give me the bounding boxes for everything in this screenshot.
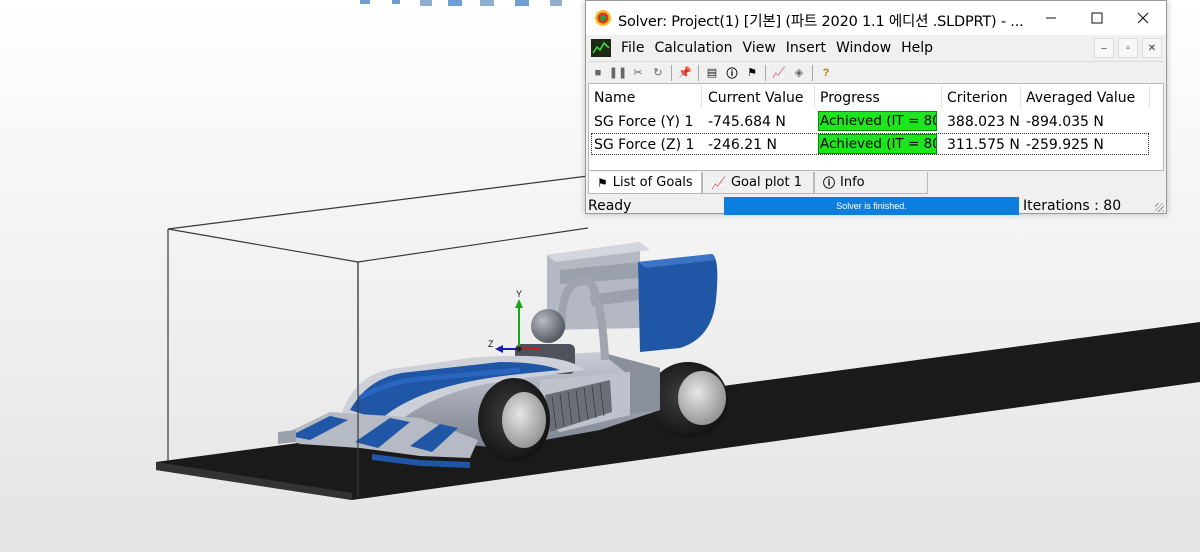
goal-criterion: 311.575 N <box>947 137 1020 153</box>
goal-criterion: 388.023 N <box>947 114 1020 130</box>
window-title: Solver: Project(1) [기본] (파트 2020 1.1 에디션… <box>618 14 1024 30</box>
window-titlebar[interactable]: Solver: Project(1) [기본] (파트 2020 1.1 에디션… <box>586 1 1166 35</box>
tab-label: Goal plot 1 <box>730 175 803 190</box>
toolbar-separator <box>671 64 672 81</box>
goals-flag-icon: ⚑ <box>597 175 608 190</box>
column-header-criterion[interactable]: Criterion <box>947 90 1008 106</box>
resize-grip-icon[interactable] <box>1155 203 1164 212</box>
close-icon[interactable] <box>1120 1 1166 35</box>
document-icon[interactable] <box>591 39 611 57</box>
tab-info[interactable]: ⓘ Info <box>814 172 928 194</box>
mdi-restore-icon[interactable]: ▫ <box>1118 38 1138 58</box>
mdi-minimize-icon[interactable]: – <box>1094 38 1114 58</box>
refresh-icon[interactable]: ↻ <box>649 64 667 82</box>
maximize-icon[interactable] <box>1074 1 1120 35</box>
toolbar-separator <box>698 64 699 81</box>
menu-insert[interactable]: Insert <box>781 40 831 56</box>
minimize-icon[interactable] <box>1028 1 1074 35</box>
tab-label: Info <box>840 175 865 190</box>
toolbar-separator <box>812 64 813 81</box>
column-header-averaged-value[interactable]: Averaged Value <box>1026 90 1135 106</box>
goal-progress: Achieved (IT = 80) <box>818 111 937 131</box>
tab-goal-plot[interactable]: 📈 Goal plot 1 <box>702 172 814 194</box>
tab-list-of-goals[interactable]: ⚑ List of Goals <box>588 172 702 194</box>
stop-icon[interactable]: ■ <box>589 64 607 82</box>
toolbar-separator <box>765 64 766 81</box>
goal-name: SG Force (Y) 1 <box>594 114 694 130</box>
goals-table[interactable]: Name Current Value Progress Criterion Av… <box>588 83 1164 171</box>
solver-window[interactable]: Solver: Project(1) [기본] (파트 2020 1.1 에디션… <box>585 0 1167 215</box>
status-bar: Ready Solver is finished. Iterations : 8… <box>586 196 1166 215</box>
menu-view[interactable]: View <box>738 40 781 56</box>
pause-icon[interactable]: ❚❚ <box>609 64 627 82</box>
goal-current-value: -246.21 N <box>708 137 777 153</box>
column-header-name[interactable]: Name <box>594 90 635 106</box>
column-divider[interactable] <box>941 86 942 108</box>
column-header-progress[interactable]: Progress <box>820 90 880 106</box>
menu-calculation[interactable]: Calculation <box>649 40 737 56</box>
front-wheel <box>478 378 550 462</box>
axis-label-y: Y <box>516 289 522 299</box>
menu-bar: File Calculation View Insert Window Help… <box>586 36 1166 60</box>
preview-icon[interactable]: ◈ <box>790 64 808 82</box>
goal-plot-icon[interactable]: 📈 <box>770 64 788 82</box>
mdi-close-icon[interactable]: ✕ <box>1142 38 1162 58</box>
menu-help[interactable]: Help <box>896 40 938 56</box>
goal-plot-icon: 📈 <box>711 175 726 190</box>
solver-toolbar: ■ ❚❚ ✂ ↻ 📌 ▤ ⓘ ⚑ 📈 ◈ ? <box>588 61 1164 83</box>
info-icon[interactable]: ⓘ <box>723 64 741 82</box>
column-header-current-value[interactable]: Current Value <box>708 90 803 106</box>
axis-label-z: Z <box>488 339 494 349</box>
menu-file[interactable]: File <box>616 40 649 56</box>
refine-icon[interactable]: ✂ <box>629 64 647 82</box>
goal-name: SG Force (Z) 1 <box>594 137 695 153</box>
column-divider[interactable] <box>701 86 702 108</box>
column-divider[interactable] <box>1149 86 1150 108</box>
solver-progress-bar: Solver is finished. <box>724 197 1019 215</box>
goal-progress: Achieved (IT = 80) <box>818 134 937 154</box>
column-divider[interactable] <box>814 86 815 108</box>
solver-app-icon <box>595 10 611 26</box>
status-ready: Ready <box>588 198 632 214</box>
column-divider[interactable] <box>1020 86 1021 108</box>
goals-flag-icon[interactable]: ⚑ <box>743 64 761 82</box>
pin-icon[interactable]: 📌 <box>676 64 694 82</box>
goal-averaged-value: -259.925 N <box>1026 137 1104 153</box>
view-tabs: ⚑ List of Goals 📈 Goal plot 1 ⓘ Info <box>588 172 928 194</box>
info-icon: ⓘ <box>823 176 836 190</box>
iterations-count: Iterations : 80 <box>1023 198 1122 214</box>
goal-current-value: -745.684 N <box>708 114 786 130</box>
help-icon[interactable]: ? <box>817 64 835 82</box>
log-icon[interactable]: ▤ <box>703 64 721 82</box>
menu-window[interactable]: Window <box>831 40 896 56</box>
tab-label: List of Goals <box>612 175 693 190</box>
goal-averaged-value: -894.035 N <box>1026 114 1104 130</box>
